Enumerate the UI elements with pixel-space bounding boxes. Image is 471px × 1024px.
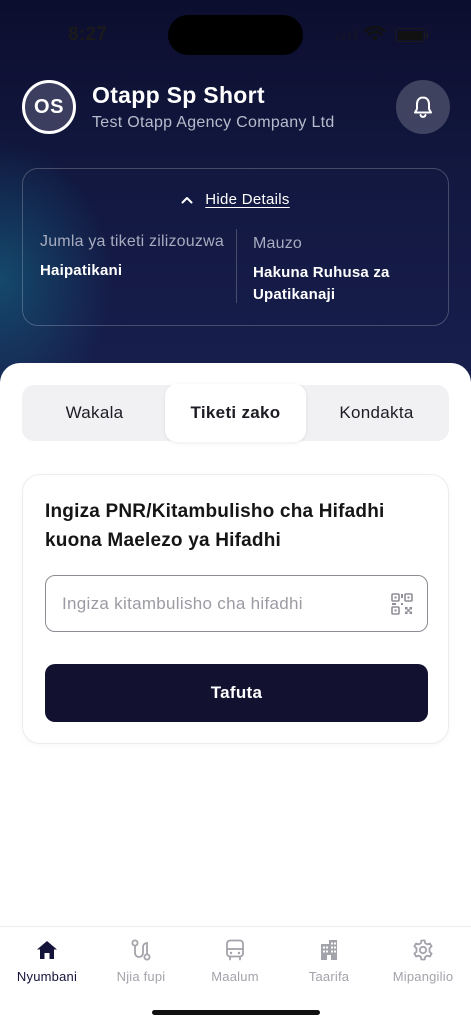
search-card-title: Ingiza PNR/Kitambulisho cha Hifadhi kuon… [45,501,385,551]
bell-icon [414,96,432,118]
booking-id-field [45,575,428,632]
dynamic-island [168,15,303,55]
tickets-sold-value: Haipatikani [40,262,123,279]
gear-icon [413,939,433,961]
status-bar: 8:27 [0,0,471,66]
tab-tiketi-zako[interactable]: Tiketi zako [165,384,306,442]
sales-value: Hakuna Ruhusa za Upatikanaji [253,264,390,303]
battery-icon [395,28,428,42]
home-icon [37,941,57,959]
sales-stat: Mauzo Hakuna Ruhusa za Upatikanaji [253,231,433,306]
booking-search-card: Ingiza PNR/Kitambulisho cha Hifadhi kuon… [22,474,449,744]
nav-item-mipangilio[interactable]: Mipangilio [376,937,470,984]
tab-wakala[interactable]: Wakala [24,385,165,441]
tickets-sold-stat: Jumla ya tiketi zilizouzwa Haipatikani [40,229,230,282]
booking-id-input[interactable] [46,576,427,631]
sales-label: Mauzo [253,235,303,252]
company-name: Test Otapp Agency Company Ltd [92,114,335,131]
wifi-icon [364,26,386,41]
status-time: 8:27 [68,24,108,45]
user-name: Otapp Sp Short [92,82,265,108]
tickets-sold-label: Jumla ya tiketi zilizouzwa [40,233,224,250]
bus-icon [226,939,244,961]
nav-item-taarifa[interactable]: Taarifa [282,937,376,984]
stat-divider [236,229,237,303]
cellular-signal-icon [336,30,357,40]
tab-kondakta[interactable]: Kondakta [306,385,447,441]
search-button[interactable]: Tafuta [45,664,428,722]
nav-label: Taarifa [308,969,350,984]
nav-item-maalum[interactable]: Maalum [188,937,282,984]
nav-label: Nyumbani [16,969,78,984]
chevron-up-icon [181,196,193,203]
nav-label: Maalum [211,969,259,984]
qr-scan-icon[interactable] [391,593,413,615]
nav-label: Njia fupi [116,969,166,984]
building-icon [321,940,337,960]
home-indicator [152,1010,320,1015]
hide-details-label: Hide Details [205,191,290,208]
notifications-button[interactable] [396,80,450,134]
avatar[interactable]: OS [22,80,76,134]
route-icon [131,939,151,961]
nav-item-nyumbani[interactable]: Nyumbani [0,937,94,984]
details-card: Hide Details Jumla ya tiketi zilizouzwa … [22,168,449,326]
segmented-tabs: Wakala Tiketi zako Kondakta [22,384,449,442]
nav-label: Mipangilio [392,969,454,984]
hide-details-toggle[interactable]: Hide Details [23,191,448,208]
nav-item-njia-fupi[interactable]: Njia fupi [94,937,188,984]
